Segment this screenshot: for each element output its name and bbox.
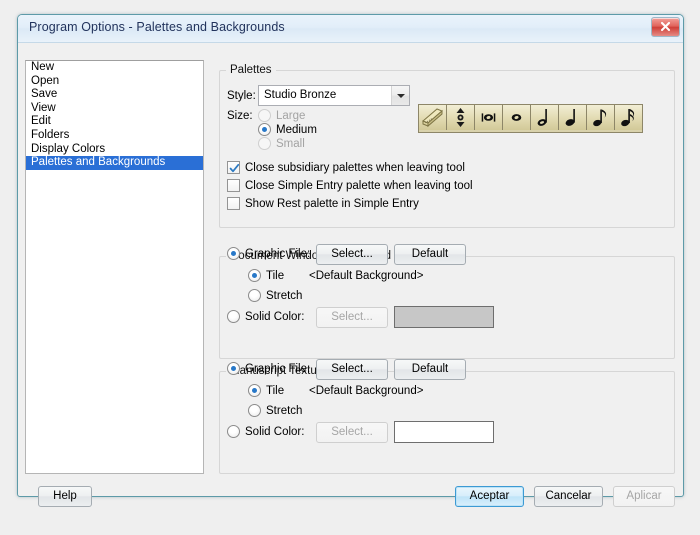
up-down-arrows-icon[interactable]: [447, 105, 475, 130]
palette-toolbar[interactable]: [418, 104, 643, 133]
docbg-stretch-radio[interactable]: [248, 289, 261, 302]
manuscript-tile-radio[interactable]: [248, 384, 261, 397]
piano-keyboard-icon[interactable]: [419, 105, 447, 130]
size-label: Size:: [227, 110, 253, 122]
palettes-group-title: Palettes: [226, 64, 276, 76]
close-subsidiary-palettes-label: Close subsidiary palettes when leaving t…: [245, 162, 465, 174]
docbg-stretch-label: Stretch: [266, 290, 303, 302]
sidebar-item-new[interactable]: New: [26, 61, 203, 75]
docbg-tile-radio[interactable]: [248, 269, 261, 282]
manuscript-solid-color-label: Solid Color:: [245, 426, 305, 438]
manuscript-stretch-radio[interactable]: [248, 404, 261, 417]
close-simple-entry-palette-label: Close Simple Entry palette when leaving …: [245, 180, 473, 192]
close-button[interactable]: [651, 17, 680, 37]
window-title: Program Options - Palettes and Backgroun…: [29, 20, 285, 34]
sidebar-item-edit[interactable]: Edit: [26, 115, 203, 129]
style-combobox-value: Studio Bronze: [264, 89, 337, 101]
sidebar-item-label: New: [31, 61, 55, 73]
manuscript-graphic-file-radio[interactable]: [227, 362, 240, 375]
sidebar-item-folders[interactable]: Folders: [26, 129, 203, 143]
sidebar-item-open[interactable]: Open: [26, 75, 203, 89]
manuscript-stretch-label: Stretch: [266, 405, 303, 417]
sidebar-item-label: Edit: [31, 115, 51, 128]
size-medium-radio[interactable]: [258, 123, 271, 136]
show-rest-palette-label: Show Rest palette in Simple Entry: [245, 198, 419, 210]
eighth-note-icon[interactable]: [587, 105, 615, 130]
close-simple-entry-palette-checkbox[interactable]: [227, 179, 240, 192]
docbg-graphic-file-radio[interactable]: [227, 247, 240, 260]
manuscript-solid-color-select-button[interactable]: Select...: [316, 422, 388, 443]
docbg-default-button[interactable]: Default: [394, 244, 466, 265]
size-small-label: Small: [276, 138, 305, 150]
sixteenth-note-icon[interactable]: [615, 105, 642, 130]
size-medium-label: Medium: [276, 124, 317, 136]
docbg-select-button[interactable]: Select...: [316, 244, 388, 265]
manuscript-color-swatch[interactable]: [394, 421, 494, 443]
help-button[interactable]: Help: [38, 486, 92, 507]
dialog-body: New Open Save View Edit Folders Display …: [18, 43, 683, 507]
docbg-solid-color-radio[interactable]: [227, 310, 240, 323]
docbg-solid-color-select-button[interactable]: Select...: [316, 307, 388, 328]
sidebar-item-label: Open: [31, 74, 60, 87]
sidebar-item-label: Folders: [31, 128, 70, 141]
cancel-button[interactable]: Cancelar: [534, 486, 603, 507]
manuscript-tile-label: Tile: [266, 385, 285, 397]
sidebar-item-label: View: [31, 101, 56, 114]
program-options-dialog: Program Options - Palettes and Backgroun…: [17, 14, 684, 507]
category-listbox[interactable]: New Open Save View Edit Folders Display …: [25, 60, 204, 474]
close-subsidiary-palettes-checkbox[interactable]: [227, 161, 240, 174]
show-rest-palette-checkbox[interactable]: [227, 197, 240, 210]
manuscript-graphic-file-label: Graphic File:: [245, 363, 311, 375]
quarter-note-icon[interactable]: [559, 105, 587, 130]
docbg-tile-label: Tile: [266, 270, 285, 282]
sidebar-item-save[interactable]: Save: [26, 88, 203, 102]
manuscript-default-button[interactable]: Default: [394, 359, 466, 380]
half-note-icon[interactable]: [531, 105, 559, 130]
docbg-solid-color-label: Solid Color:: [245, 311, 305, 323]
style-label: Style:: [227, 90, 256, 102]
sidebar-item-label: Display Colors: [31, 142, 106, 155]
size-small-radio[interactable]: [258, 137, 271, 150]
close-icon: [660, 21, 671, 32]
sidebar-item-label: Save: [31, 88, 58, 101]
sidebar-item-palettes-and-backgrounds[interactable]: Palettes and Backgrounds: [26, 156, 203, 170]
ok-button[interactable]: Aceptar: [455, 486, 524, 507]
docbg-color-swatch[interactable]: [394, 306, 494, 328]
sidebar-item-label: Palettes and Backgrounds: [31, 156, 166, 169]
chevron-down-icon[interactable]: [391, 86, 409, 105]
manuscript-select-button[interactable]: Select...: [316, 359, 388, 380]
docbg-graphic-file-label: Graphic File:: [245, 248, 311, 260]
docbg-file-name: <Default Background>: [309, 270, 424, 282]
double-whole-note-icon[interactable]: [475, 105, 503, 130]
title-bar: Program Options - Palettes and Backgroun…: [18, 15, 683, 43]
style-combobox[interactable]: Studio Bronze: [258, 85, 410, 106]
manuscript-solid-color-radio[interactable]: [227, 425, 240, 438]
sidebar-item-display-colors[interactable]: Display Colors: [26, 143, 203, 157]
manuscript-file-name: <Default Background>: [309, 385, 424, 397]
size-large-label: Large: [276, 110, 306, 122]
whole-note-icon[interactable]: [503, 105, 531, 130]
check-icon: [229, 163, 240, 173]
apply-button[interactable]: Aplicar: [613, 486, 675, 507]
sidebar-item-view[interactable]: View: [26, 102, 203, 116]
size-large-radio[interactable]: [258, 109, 271, 122]
